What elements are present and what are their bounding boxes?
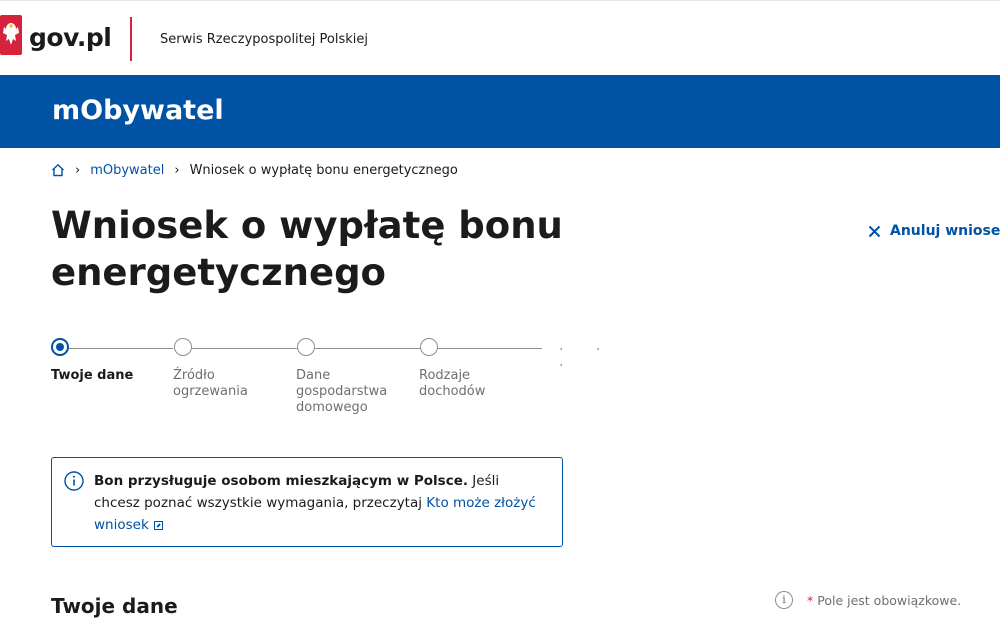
breadcrumb-link-mobywatel[interactable]: mObywatel (90, 163, 164, 178)
step-3-indicator (297, 338, 315, 356)
cancel-application-button[interactable]: Anuluj wniosek (868, 223, 1000, 239)
external-link-icon (153, 521, 163, 530)
breadcrumb: › mObywatel › Wniosek o wypłatę bonu ene… (51, 161, 458, 179)
header-divider (130, 17, 132, 61)
step-3-label: Dane gospodarstwa domowego (296, 368, 388, 415)
breadcrumb-current: Wniosek o wypłatę bonu energetycznego (189, 162, 458, 178)
step-2-indicator (174, 338, 192, 356)
step-4-label: Rodzaje dochodów (419, 368, 486, 399)
chevron-right-icon: › (174, 162, 180, 178)
info-icon (64, 471, 84, 491)
home-icon[interactable] (51, 163, 65, 177)
step-connector (315, 348, 420, 349)
step-1-label: Twoje dane (51, 368, 134, 383)
info-bold-text: Bon przysługuje osobom mieszkającym w Po… (94, 473, 468, 489)
service-banner: mObywatel (0, 75, 1000, 148)
info-circle-icon[interactable]: i (775, 591, 793, 609)
polish-eagle-icon (0, 15, 22, 55)
brand-logo[interactable]: gov.pl (29, 23, 112, 52)
step-connector (69, 348, 173, 349)
step-connector (192, 348, 297, 349)
top-bar: gov.pl Serwis Rzeczypospolitej Polskiej (0, 0, 1000, 76)
step-2-label: Źródło ogrzewania (173, 368, 248, 399)
step-connector (438, 348, 542, 349)
page-title: Wniosek o wypłatę bonu energetycznego (51, 204, 563, 294)
close-icon (868, 225, 881, 237)
chevron-right-icon: › (75, 162, 81, 178)
cancel-label: Anuluj wniosek (890, 223, 1000, 239)
service-name: Serwis Rzeczypospolitej Polskiej (160, 32, 368, 47)
step-1-indicator (51, 338, 69, 356)
banner-title[interactable]: mObywatel (52, 95, 224, 126)
progress-stepper: · · · Twoje dane Źródło ogrzewania Dane … (51, 338, 631, 428)
info-text: Bon przysługuje osobom mieszkającym w Po… (94, 470, 544, 536)
more-steps-dots: · · · (559, 342, 615, 374)
step-4-indicator (420, 338, 438, 356)
info-box: Bon przysługuje osobom mieszkającym w Po… (51, 457, 563, 547)
required-star: * (807, 592, 814, 608)
section-title: Twoje dane (51, 594, 178, 618)
required-field-note: i * Pole jest obowiązkowe. (775, 591, 961, 609)
required-note-text: Pole jest obowiązkowe. (817, 592, 962, 608)
